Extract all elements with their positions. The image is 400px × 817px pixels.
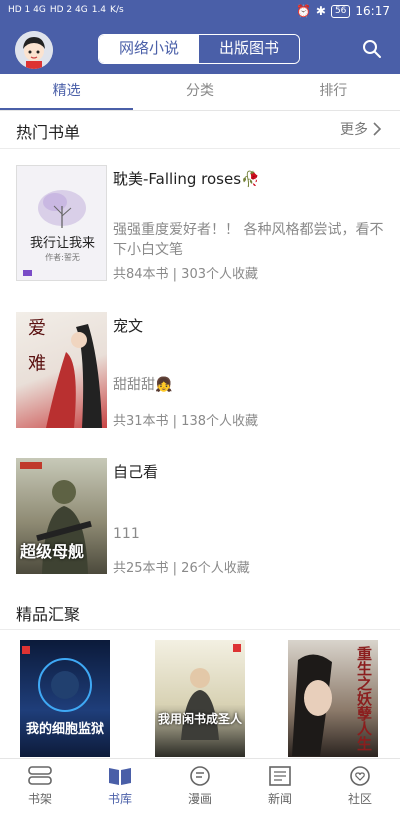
nav-label: 漫画 xyxy=(187,792,212,806)
bluetooth-icon: ✱ xyxy=(315,4,326,18)
comic-icon xyxy=(190,766,210,786)
sci-fi-illustration xyxy=(22,646,92,712)
booklist-meta-3: 共25本书 | 26个人收藏 xyxy=(113,561,250,576)
status-left: HD 1 4G HD 2 4G 1.4 K/s xyxy=(8,5,124,15)
divider xyxy=(0,148,400,149)
featured-book-title: 重生之妖孽人生 xyxy=(355,646,373,751)
speed-unit: K/s xyxy=(110,5,124,15)
booklist-desc-1: 强强重度爱好者！！ 各种风格都尝试，看不下小白文笔 xyxy=(113,222,384,258)
user-avatar[interactable] xyxy=(15,31,53,69)
status-bar: HD 1 4G HD 2 4G 1.4 K/s ⏰ ✱ 56 16:17 xyxy=(0,0,400,24)
booklist-title-2[interactable]: 宠文 xyxy=(113,315,143,336)
tab-ranking[interactable]: 排行 xyxy=(267,74,400,110)
booklist-meta-2: 共31本书 | 138个人收藏 xyxy=(113,414,258,429)
category-tabs: 精选 分类 排行 xyxy=(0,74,400,111)
bookshelf-icon xyxy=(28,766,52,785)
booklist-title-1[interactable]: 耽美-Falling roses🥀 xyxy=(113,168,260,189)
featured-book-title: 我的细胞监狱 xyxy=(25,722,104,737)
nav-library[interactable]: 书库 xyxy=(80,759,160,817)
featured-title: 精品汇聚 xyxy=(16,605,81,624)
cover-author: 作者:誓无 xyxy=(45,253,80,262)
book-open-icon xyxy=(109,768,131,785)
cover-title: 超级母舰 xyxy=(20,542,85,561)
scholar-illustration xyxy=(181,644,241,740)
nav-label: 社区 xyxy=(347,792,372,806)
nav-comics[interactable]: 漫画 xyxy=(160,759,240,817)
booklist-cover-2[interactable]: 爱 难 xyxy=(16,312,107,428)
booklist-meta-1: 共84本书 | 303个人收藏 xyxy=(113,267,258,282)
alarm-icon: ⏰ xyxy=(295,4,311,18)
signal-text-1: HD 1 4G xyxy=(8,5,46,15)
more-link[interactable]: 更多 xyxy=(340,119,382,139)
nav-label: 新闻 xyxy=(267,792,292,806)
hot-booklists-title: 热门书单 xyxy=(16,123,81,142)
booklist-title-3[interactable]: 自己看 xyxy=(113,461,158,482)
featured-book-2[interactable]: 我用闲书成圣人 xyxy=(155,640,245,757)
clock: 16:17 xyxy=(355,4,390,18)
signal-text-2: HD 2 4G xyxy=(49,5,88,15)
booklist-desc-2: 甜甜甜👧 xyxy=(113,377,173,393)
source-switch: 网络小说 出版图书 xyxy=(98,34,300,64)
nav-bookshelf[interactable]: 书架 xyxy=(0,759,80,817)
app-header: 网络小说 出版图书 xyxy=(0,24,400,74)
chevron-right-icon xyxy=(373,122,382,136)
booklist-cover-3[interactable]: 超级母舰 xyxy=(16,458,107,574)
nav-community[interactable]: 社区 xyxy=(320,759,400,817)
nav-label: 书库 xyxy=(107,792,132,806)
nav-news[interactable]: 新闻 xyxy=(240,759,320,817)
tree-illustration xyxy=(23,190,86,276)
featured-book-title: 我用闲书成圣人 xyxy=(157,712,242,726)
featured-book-3[interactable]: 重生之妖孽人生 xyxy=(288,640,378,757)
tab-categories[interactable]: 分类 xyxy=(133,74,266,110)
cover-title: 爱 难 xyxy=(25,318,46,378)
booklist-desc-3: 111 xyxy=(113,526,140,542)
bottom-navigation: 书架 书库 漫画 新闻 社区 xyxy=(0,758,400,817)
search-icon[interactable] xyxy=(362,39,382,59)
battery-icon: 56 xyxy=(330,4,351,18)
featured-book-1[interactable]: 我的细胞监狱 xyxy=(20,640,110,757)
status-right: ⏰ ✱ 56 16:17 xyxy=(296,4,390,18)
more-label: 更多 xyxy=(340,122,368,138)
tab-featured[interactable]: 精选 xyxy=(0,74,134,110)
divider xyxy=(0,629,400,630)
booklist-cover-1[interactable]: 我行让我来 作者:誓无 xyxy=(16,165,107,281)
nav-label: 书架 xyxy=(27,792,52,806)
tab-web-novels[interactable]: 网络小说 xyxy=(99,35,199,63)
tab-published-books[interactable]: 出版图书 xyxy=(199,35,299,63)
heart-chat-icon xyxy=(350,766,370,786)
news-icon xyxy=(269,766,291,786)
cover-title: 我行让我来 xyxy=(29,236,95,251)
speed-text: 1.4 xyxy=(91,5,107,15)
